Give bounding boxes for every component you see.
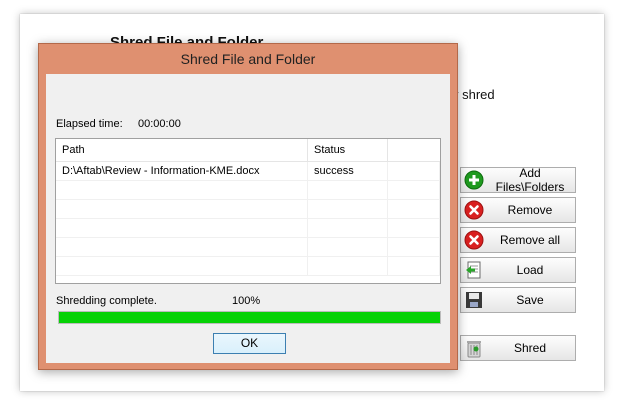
empty-row: [56, 181, 440, 200]
load-icon: [461, 260, 487, 280]
file-list-header: Path Status: [56, 139, 440, 162]
add-files-folders-button[interactable]: Add Files\Folders: [460, 166, 576, 194]
elapsed-time-value: 00:00:00: [138, 118, 181, 130]
cell-empty: [388, 162, 440, 180]
progress-percent: 100%: [232, 295, 261, 307]
save-button[interactable]: Save: [460, 287, 576, 313]
empty-row: [56, 257, 440, 276]
shred-button[interactable]: Shred: [460, 335, 576, 361]
progress-bar-fill: [59, 312, 440, 323]
add-files-folders-label: Add Files\Folders: [495, 166, 565, 194]
save-label: Save: [516, 293, 544, 307]
shred-progress-dialog: Shred File and Folder Elapsed time: 00:0…: [38, 43, 458, 370]
column-header-path[interactable]: Path: [56, 139, 308, 161]
cell-status: success: [308, 162, 388, 180]
elapsed-time-label: Elapsed time:: [56, 118, 123, 130]
remove-all-label: Remove all: [499, 233, 561, 247]
remove-all-button[interactable]: Remove all: [460, 227, 576, 253]
table-row[interactable]: D:\Aftab\Review - Information-KME.docx s…: [56, 162, 440, 181]
cell-path: D:\Aftab\Review - Information-KME.docx: [56, 162, 308, 180]
file-list[interactable]: Path Status D:\Aftab\Review - Informatio…: [55, 138, 441, 284]
dialog-client-area: Elapsed time: 00:00:00 Path Status D:\Af…: [46, 74, 450, 363]
empty-row: [56, 238, 440, 257]
empty-row: [56, 219, 440, 238]
shred-icon: [461, 338, 487, 358]
main-description: y shred: [452, 87, 495, 102]
remove-icon: [461, 200, 487, 220]
load-label: Load: [516, 263, 544, 277]
column-header-status[interactable]: Status: [308, 139, 388, 161]
empty-row: [56, 200, 440, 219]
dialog-title: Shred File and Folder: [180, 51, 316, 67]
remove-label: Remove: [507, 203, 553, 217]
add-icon: [461, 170, 487, 190]
save-icon: [461, 291, 487, 309]
progress-bar: [58, 311, 441, 324]
remove-button[interactable]: Remove: [460, 197, 576, 223]
load-button[interactable]: Load: [460, 257, 576, 283]
progress-status-text: Shredding complete.: [56, 295, 157, 307]
column-header-empty: [388, 139, 440, 161]
remove-all-icon: [461, 230, 487, 250]
shred-label: Shred: [513, 341, 547, 355]
ok-button[interactable]: OK: [213, 333, 286, 354]
